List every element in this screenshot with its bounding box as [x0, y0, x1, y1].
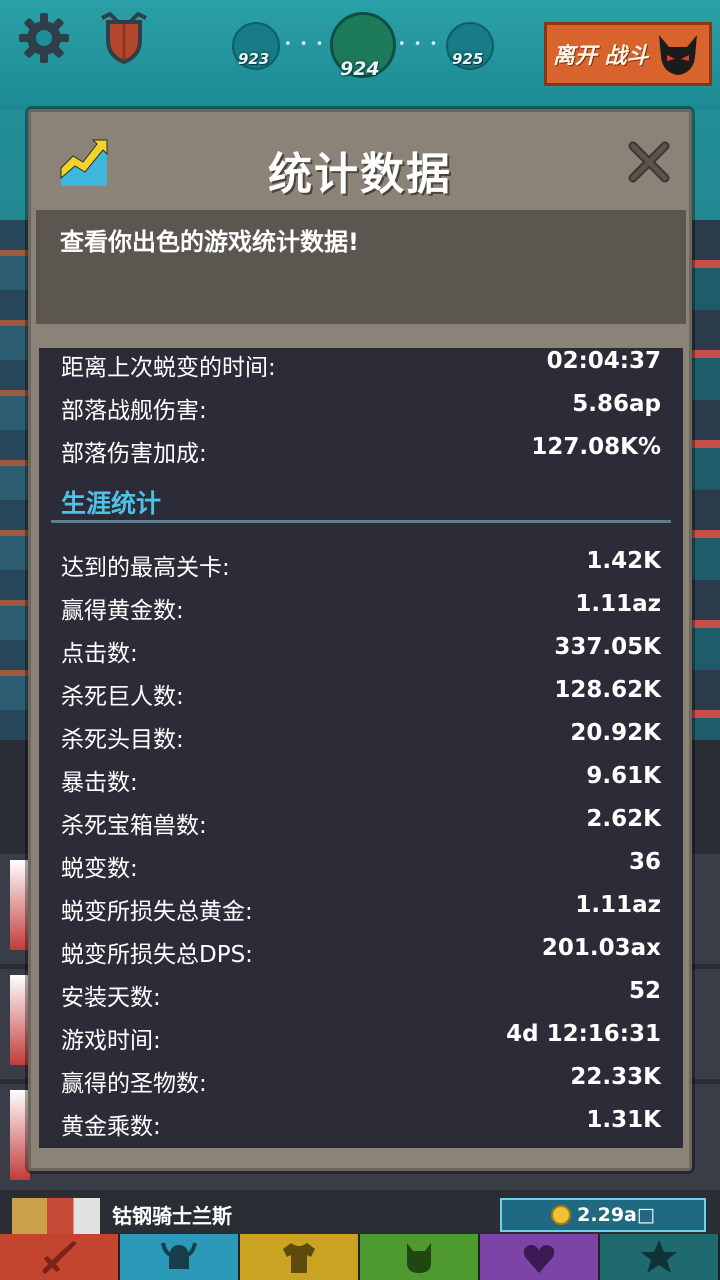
clan-shield-icon[interactable] [96, 10, 152, 66]
stat-row: 蜕变所损失总黄金: 1.11az [39, 892, 683, 932]
stat-row: 杀死头目数: 20.92K [39, 720, 683, 760]
stat-value: 1.31K [586, 1107, 661, 1133]
stat-row: 部落战舰伤害: 5.86ap [39, 391, 683, 431]
stat-label: 达到的最高关卡: [61, 555, 230, 581]
hero-portrait [12, 1198, 100, 1234]
tab-equipment[interactable] [240, 1234, 360, 1280]
stat-value: 127.08K% [531, 434, 661, 460]
stat-row: 达到的最高关卡: 1.42K [39, 548, 683, 588]
heart-emblem-icon [523, 1245, 555, 1273]
stat-label: 安装天数: [61, 985, 161, 1011]
stat-label: 蜕变所损失总黄金: [61, 899, 253, 925]
stat-label: 游戏时间: [61, 1028, 161, 1054]
stat-row: 蜕变所损失总DPS: 201.03ax [39, 935, 683, 975]
boss-face-icon [658, 35, 697, 75]
stage-prev-label: 923 [238, 50, 270, 68]
leave-fight-button[interactable]: 离开 战斗 [544, 22, 712, 86]
stat-row: 蜕变数: 36 [39, 849, 683, 889]
stat-row: 黄金乘数: 1.31K [39, 1107, 683, 1147]
stat-label: 蜕变所损失总DPS: [61, 942, 253, 968]
stat-label: 杀死宝箱兽数: [61, 813, 207, 839]
stat-value: 4d 12:16:31 [506, 1021, 661, 1047]
stat-value: 1.11az [575, 892, 661, 918]
stat-label: 蜕变数: [61, 856, 138, 882]
stat-row: 部落伤害加成: 127.08K% [39, 434, 683, 474]
stat-value: 52 [628, 978, 661, 1004]
stat-value: 2.62K [586, 806, 661, 832]
stat-value: 5.86ap [572, 391, 661, 417]
stat-value: 201.03ax [541, 935, 661, 961]
stat-value: 20.92K [570, 720, 661, 746]
hero-portrait [10, 975, 30, 1065]
stat-label: 暴击数: [61, 770, 138, 796]
stat-value: 128.62K [554, 677, 661, 703]
shirt-icon [283, 1243, 315, 1273]
stat-label: 黄金乘数: [61, 1114, 161, 1140]
tab-sword[interactable] [0, 1234, 120, 1280]
stat-row: 暴击数: 9.61K [39, 763, 683, 803]
stat-value: 02:04:37 [546, 348, 661, 374]
stat-label: 部落伤害加成: [61, 441, 207, 467]
stage-current-label: 924 [340, 58, 380, 80]
tab-clan[interactable] [480, 1234, 600, 1280]
stage-dots: • • • [284, 37, 326, 52]
stat-value: 9.61K [586, 763, 661, 789]
stat-value: 22.33K [570, 1064, 661, 1090]
stat-row: 杀死巨人数: 128.62K [39, 677, 683, 717]
settings-gear-icon[interactable] [16, 10, 72, 66]
stat-label: 杀死巨人数: [61, 684, 184, 710]
stat-value: 1.42K [586, 548, 661, 574]
description-box: 查看你出色的游戏统计数据! [36, 210, 686, 324]
stat-label: 赢得黄金数: [61, 598, 184, 624]
stat-row: 游戏时间: 4d 12:16:31 [39, 1021, 683, 1061]
stat-row: 赢得黄金数: 1.11az [39, 591, 683, 631]
hero-portrait [10, 1090, 30, 1180]
stats-list[interactable]: 距离上次蜕变的时间: 02:04:37 部落战舰伤害: 5.86ap 部落伤害加… [39, 348, 683, 1148]
stat-row: 安装天数: 52 [39, 978, 683, 1018]
hero-name: 钴钢骑士兰斯 [112, 1204, 232, 1228]
viking-helmet-icon [161, 1242, 197, 1269]
star-icon [641, 1240, 677, 1273]
dialog-title: 统计数据 [268, 149, 452, 200]
close-button[interactable] [621, 134, 677, 190]
stat-label: 赢得的圣物数: [61, 1071, 207, 1097]
stat-label: 点击数: [61, 641, 138, 667]
leave-fight-label: 离开 战斗 [553, 44, 649, 69]
close-icon [628, 141, 670, 183]
bottom-tab-bar [0, 1234, 720, 1280]
gold-coin-icon [551, 1205, 572, 1225]
stat-value: 1.11az [575, 591, 661, 617]
stat-row: 赢得的圣物数: 22.33K [39, 1064, 683, 1104]
hero-portrait [10, 860, 30, 950]
section-divider [51, 520, 671, 523]
hero-upgrade-button[interactable]: 2.29a□ [500, 1198, 706, 1232]
stat-row: 点击数: 337.05K [39, 634, 683, 674]
tab-pets[interactable] [360, 1234, 480, 1280]
sword-icon [42, 1241, 77, 1274]
stat-label: 距离上次蜕变的时间: [61, 355, 276, 381]
upgrade-cost: 2.29a□ [577, 1204, 655, 1226]
stat-value: 36 [628, 849, 661, 875]
pet-icon [407, 1243, 431, 1273]
stage-next-label: 925 [452, 50, 484, 68]
stat-label: 部落战舰伤害: [61, 398, 207, 424]
tab-heroes[interactable] [120, 1234, 240, 1280]
stat-row: 距离上次蜕变的时间: 02:04:37 [39, 348, 683, 388]
stat-row: 杀死宝箱兽数: 2.62K [39, 806, 683, 846]
stat-value: 337.05K [554, 634, 661, 660]
stat-label: 杀死头目数: [61, 727, 184, 753]
dialog-description: 查看你出色的游戏统计数据! [60, 228, 359, 256]
statistics-dialog: 统计数据 查看你出色的游戏统计数据! 距离上次蜕变的时间: 02:04:37 部… [28, 109, 692, 1171]
stage-dots: • • • [398, 37, 440, 52]
tab-achievements[interactable] [600, 1234, 720, 1280]
career-stats-heading: 生涯统计 [61, 489, 162, 518]
